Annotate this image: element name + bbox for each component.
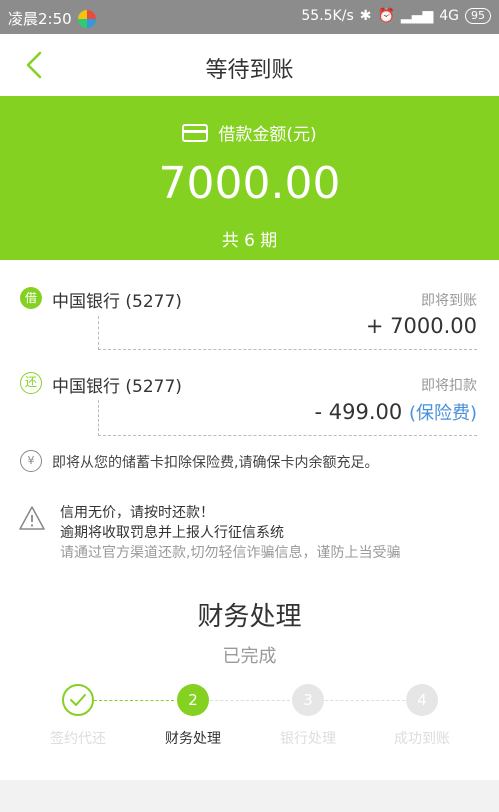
network-type: 4G [439,8,459,24]
alarm-icon: ⏰ [377,8,395,24]
step-connector [325,700,405,701]
step-connector [94,700,174,701]
card-icon [182,123,209,142]
details-panel: 借 中国银行 (5277) 即将到账 + 7000.00 还 中国银行 (527… [0,260,499,780]
warning-line-1: 信用无价，请按时还款！ [60,505,214,521]
transaction-row-borrow: 借 中国银行 (5277) 即将到账 + 7000.00 [0,260,499,350]
step-connector [210,700,290,701]
transaction-amount-value: + 7000.00 [365,314,477,338]
status-bar: 凌晨2:50 55.5K/s ✱ ⏰ ▂▄▆ 4G 95 [0,0,499,34]
transaction-status: 即将到账 [421,293,477,309]
step-4-label: 成功到账 [394,731,450,747]
network-speed: 55.5K/s [301,8,354,24]
insurance-fee-link[interactable]: (保险费) [409,403,477,424]
warning-line-3: 请通过官方渠道还款,切勿轻信诈骗信息，谨防上当受骗 [60,545,401,561]
app-notification-icon [77,9,96,28]
step-1-label: 签约代还 [50,731,106,747]
bluetooth-icon: ✱ [359,8,372,24]
divider [98,316,99,350]
transaction-status: 即将扣款 [421,378,477,394]
status-time: 凌晨2:50 [8,10,72,28]
transaction-amount-value: - 499.00 [314,400,403,424]
loan-amount: 7000.00 [158,158,341,209]
nav-bar: 等待到账 [0,34,499,96]
process-title: 财务处理 [197,602,302,632]
loan-amount-label-row: 借款金额(元) [0,120,499,145]
divider [98,435,477,436]
transaction-row-repay: 还 中国银行 (5277) 即将扣款 - 499.00 (保险费) [0,348,499,438]
battery-indicator: 95 [465,8,491,24]
loan-amount-label: 借款金额(元) [218,125,317,145]
bank-name: 中国银行 (5277) [52,292,182,312]
loan-summary: 借款金额(元) 7000.00 共 6 期 [0,96,499,260]
step-3-circle: 3 [292,684,324,716]
bank-name: 中国银行 (5277) [52,377,182,397]
step-2-circle: 2 [177,684,209,716]
step-3-label: 银行处理 [280,731,336,747]
loan-periods: 共 6 期 [221,231,278,251]
transaction-amount: - 499.00 (保险费) [315,399,477,425]
insurance-notice: 即将从您的储蓄卡扣除保险费,请确保卡内余额充足。 [52,455,379,471]
step-2-label: 财务处理 [165,731,221,747]
process-status: 已完成 [222,646,277,667]
signal-icon: ▂▄▆ [400,8,434,24]
step-4-circle: 4 [406,684,438,716]
repay-badge-icon: 还 [20,372,42,394]
progress-steps: 2 3 4 签约代还 财务处理 银行处理 成功到账 [0,684,499,754]
page-title: 等待到账 [205,58,294,83]
step-1-check-icon [62,684,94,716]
divider [98,400,99,436]
transaction-amount: + 7000.00 [366,314,477,338]
borrow-badge-icon: 借 [20,287,42,309]
yuan-icon: ¥ [20,450,42,472]
warning-icon [19,506,45,530]
warning-line-2: 逾期将收取罚息并上报人行征信系统 [60,525,284,541]
